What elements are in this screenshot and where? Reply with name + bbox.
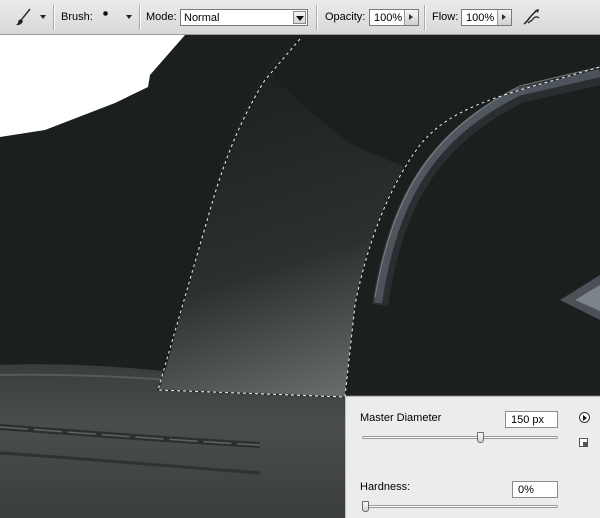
- master-diameter-slider-thumb[interactable]: [477, 432, 485, 443]
- mode-value: Normal: [184, 12, 220, 24]
- arrow-right-icon: [502, 14, 506, 20]
- mode-dropdown-button[interactable]: [293, 11, 306, 24]
- brush-picker-caret-icon: [126, 15, 132, 19]
- brush-tip-preview-icon: [103, 11, 108, 16]
- options-bar: Brush: Mode: Normal Opacity: 100% Flow: …: [0, 0, 600, 35]
- hardness-field[interactable]: 0%: [512, 481, 558, 498]
- mode-label: Mode:: [146, 11, 177, 23]
- opacity-slider-button[interactable]: [404, 10, 418, 25]
- brush-picker[interactable]: [96, 6, 136, 28]
- hardness-value: 0%: [518, 484, 534, 496]
- chevron-down-icon: [296, 16, 304, 21]
- flow-value: 100%: [466, 12, 495, 24]
- master-diameter-label: Master Diameter: [360, 412, 442, 424]
- separator: [139, 5, 141, 30]
- hardness-label: Hardness:: [360, 481, 411, 493]
- brush-label: Brush:: [61, 11, 93, 23]
- flow-slider-button[interactable]: [497, 10, 511, 25]
- hardness-slider-track[interactable]: [362, 505, 558, 508]
- tool-preset-picker[interactable]: [8, 6, 48, 28]
- separator: [53, 5, 55, 30]
- brush-icon: [16, 8, 31, 26]
- popup-menu-button[interactable]: [579, 412, 590, 423]
- new-preset-button[interactable]: [579, 438, 588, 447]
- airbrush-toggle[interactable]: [520, 6, 544, 28]
- arrow-right-icon: [409, 14, 413, 20]
- separator: [424, 5, 426, 30]
- mode-select[interactable]: Normal: [180, 9, 308, 26]
- flow-label: Flow:: [432, 11, 459, 23]
- opacity-label: Opacity:: [325, 11, 366, 23]
- new-preset-icon: [583, 442, 587, 446]
- opacity-field[interactable]: 100%: [369, 9, 419, 26]
- tool-preset-caret-icon: [40, 15, 46, 19]
- separator: [316, 5, 318, 30]
- opacity-value: 100%: [374, 12, 403, 24]
- master-diameter-slider-track[interactable]: [362, 436, 558, 439]
- flyout-arrow-icon: [583, 415, 587, 421]
- flow-field[interactable]: 100%: [461, 9, 512, 26]
- brush-preset-popup: Master Diameter 150 px Hardness: 0%: [345, 396, 600, 518]
- hardness-slider-thumb[interactable]: [362, 501, 369, 512]
- master-diameter-field[interactable]: 150 px: [505, 411, 558, 428]
- master-diameter-value: 150 px: [511, 414, 545, 426]
- airbrush-icon: [523, 9, 540, 25]
